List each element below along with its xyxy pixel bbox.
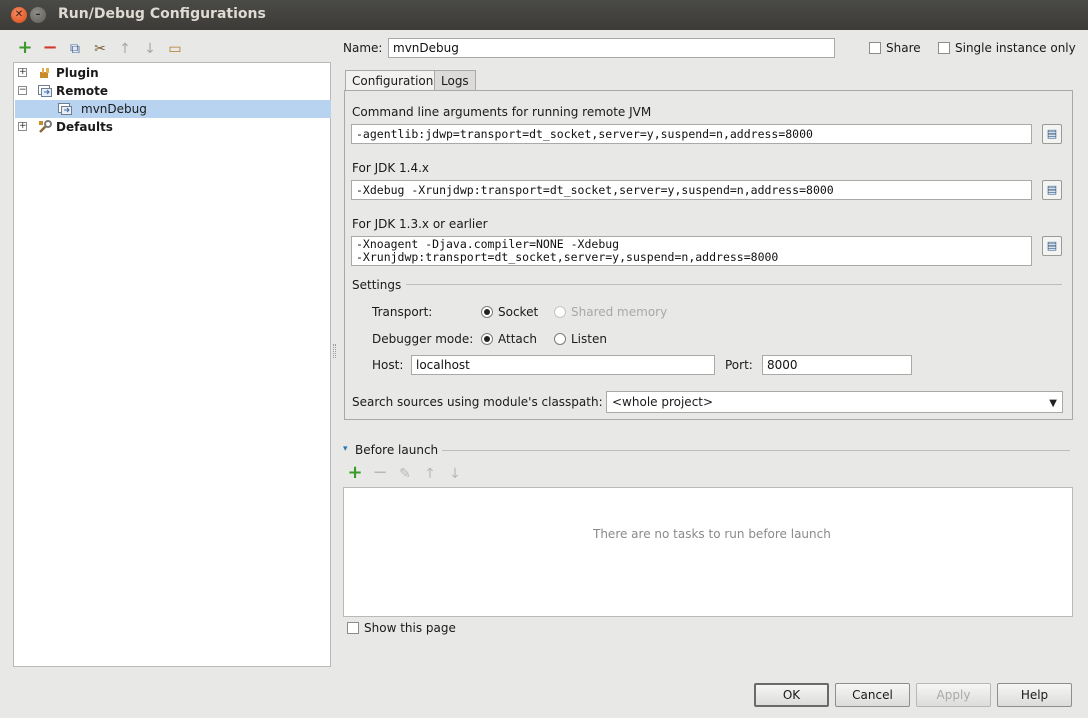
single-instance-label: Single instance only	[955, 41, 1076, 55]
settings-heading: Settings	[352, 278, 402, 292]
port-field[interactable]: 8000	[762, 355, 912, 375]
collapse-before-launch-icon[interactable]: ▾	[343, 444, 348, 454]
remote-config-icon	[58, 103, 72, 115]
copy-configuration-button[interactable]: ⧉	[66, 40, 84, 58]
edit-task-button[interactable]: ✎	[396, 465, 414, 483]
tree-item-remote[interactable]: − Remote	[14, 82, 330, 100]
share-label: Share	[886, 41, 921, 55]
wrench-icon	[39, 120, 52, 133]
expand-icon[interactable]: +	[18, 68, 27, 77]
tree-item-label: Defaults	[56, 120, 113, 134]
title-bar: ✕ – Run/Debug Configurations	[0, 0, 1088, 30]
port-label: Port:	[725, 358, 753, 372]
add-configuration-button[interactable]: +	[16, 39, 34, 57]
debugger-attach-label: Attach	[498, 332, 537, 346]
remote-icon	[38, 85, 52, 97]
classpath-dropdown[interactable]: <whole project> ▼	[606, 391, 1063, 413]
tree-item-label: mvnDebug	[81, 102, 147, 116]
jdk14-label: For JDK 1.4.x	[352, 161, 430, 175]
cmd-args-label: Command line arguments for running remot…	[352, 105, 652, 119]
transport-shared-memory-radio[interactable]	[554, 306, 566, 318]
apply-button[interactable]: Apply	[916, 683, 991, 707]
host-field[interactable]: localhost	[411, 355, 715, 375]
share-checkbox[interactable]	[869, 42, 881, 54]
before-launch-task-list[interactable]: There are no tasks to run before launch	[343, 487, 1073, 617]
tab-configuration[interactable]: Configuration	[345, 70, 441, 91]
expand-icon[interactable]: +	[18, 122, 27, 131]
show-this-page-label: Show this page	[364, 621, 456, 635]
panel-splitter[interactable]	[333, 344, 336, 358]
transport-socket-radio[interactable]	[481, 306, 493, 318]
edit-defaults-button[interactable]: ✂	[91, 40, 109, 58]
tree-item-mvndebug[interactable]: mvnDebug	[14, 100, 330, 118]
window-minimize-button[interactable]: –	[30, 7, 46, 23]
cancel-button[interactable]: Cancel	[835, 683, 910, 707]
before-launch-heading[interactable]: Before launch	[355, 443, 438, 457]
classpath-label: Search sources using module's classpath:	[352, 395, 603, 409]
window-title: Run/Debug Configurations	[58, 6, 266, 22]
copy-jdk14-args-button[interactable]: ▤	[1042, 180, 1062, 200]
transport-socket-label: Socket	[498, 305, 539, 319]
tree-item-defaults[interactable]: + Defaults	[14, 118, 330, 136]
move-up-button[interactable]: ↑	[116, 40, 134, 58]
single-instance-checkbox[interactable]	[938, 42, 950, 54]
help-button[interactable]: Help	[997, 683, 1072, 707]
transport-label: Transport:	[372, 305, 433, 319]
host-label: Host:	[372, 358, 404, 372]
debugger-mode-label: Debugger mode:	[372, 332, 474, 346]
move-down-button[interactable]: ↓	[141, 40, 159, 58]
remove-configuration-button[interactable]: −	[41, 39, 59, 57]
debugger-attach-radio[interactable]	[481, 333, 493, 345]
collapse-icon[interactable]: −	[18, 86, 27, 95]
jdk13-args-line-2: -Xrunjdwp:transport=dt_socket,server=y,s…	[356, 250, 779, 264]
ok-button[interactable]: OK	[754, 683, 829, 707]
copy-jdk13-args-button[interactable]: ▤	[1042, 236, 1062, 256]
name-field[interactable]: mvnDebug	[388, 38, 835, 58]
show-this-page-checkbox[interactable]	[347, 622, 359, 634]
tab-logs[interactable]: Logs	[434, 70, 476, 91]
debugger-listen-label: Listen	[571, 332, 607, 346]
jdk13-label: For JDK 1.3.x or earlier	[352, 217, 488, 231]
before-launch-separator	[442, 450, 1070, 451]
chevron-down-icon: ▼	[1049, 398, 1057, 409]
jdk14-args-field[interactable]: -Xdebug -Xrunjdwp:transport=dt_socket,se…	[351, 180, 1032, 200]
settings-separator	[406, 284, 1062, 285]
copy-cmd-args-button[interactable]: ▤	[1042, 124, 1062, 144]
tree-item-plugin[interactable]: + Plugin	[14, 64, 330, 82]
empty-tasks-text: There are no tasks to run before launch	[593, 527, 831, 541]
folder-icon[interactable]: ▭	[166, 40, 184, 58]
cmd-args-field[interactable]: -agentlib:jdwp=transport=dt_socket,serve…	[351, 124, 1032, 144]
window-close-button[interactable]: ✕	[11, 7, 27, 23]
move-task-up-button[interactable]: ↑	[421, 465, 439, 483]
remove-task-button[interactable]: −	[371, 464, 389, 482]
configuration-tree[interactable]: + Plugin − Remote mvnDebug + Defaults	[13, 62, 331, 667]
move-task-down-button[interactable]: ↓	[446, 465, 464, 483]
classpath-selected-value: <whole project>	[612, 395, 714, 409]
tree-item-label: Remote	[56, 84, 109, 98]
transport-shared-memory-label: Shared memory	[571, 305, 668, 319]
jdk13-args-field[interactable]: -Xnoagent -Djava.compiler=NONE -Xdebug -…	[351, 236, 1032, 266]
tree-item-label: Plugin	[56, 66, 99, 80]
plugin-icon	[40, 68, 49, 78]
debugger-listen-radio[interactable]	[554, 333, 566, 345]
add-task-button[interactable]: +	[346, 464, 364, 482]
name-label: Name:	[343, 41, 383, 55]
